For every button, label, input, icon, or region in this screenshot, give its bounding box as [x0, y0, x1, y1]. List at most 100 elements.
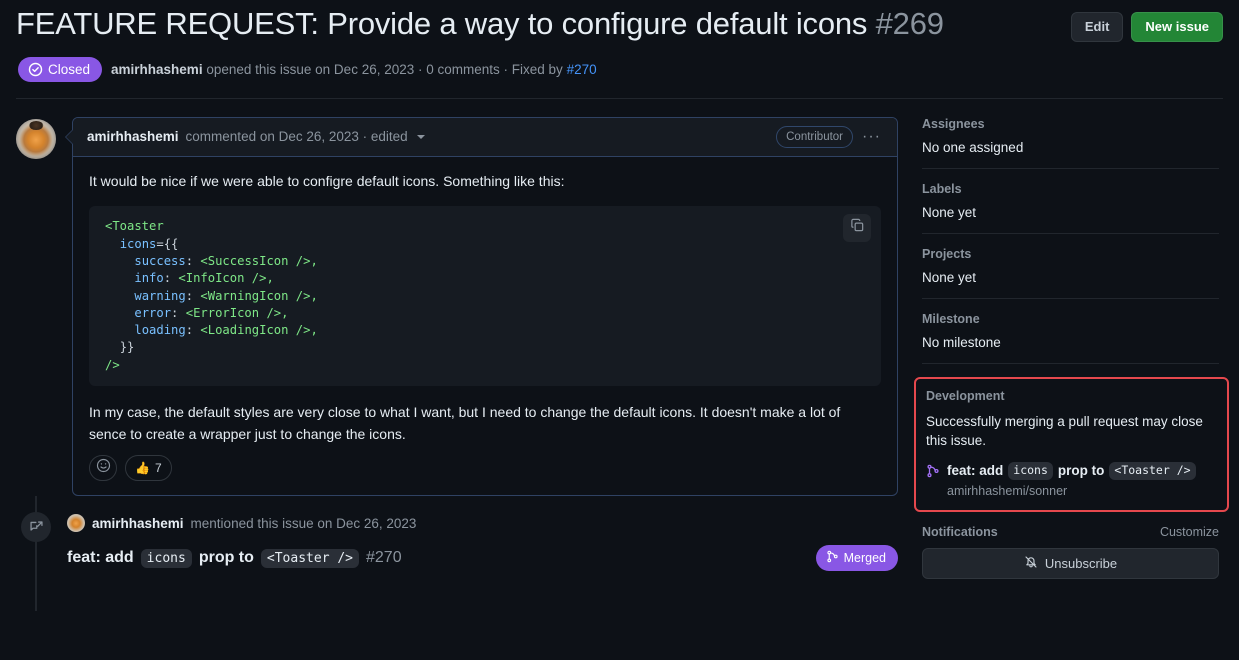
code-line-3-prop: success: [134, 254, 185, 268]
code-line-2-punc: ={{: [156, 237, 178, 251]
new-issue-button[interactable]: New issue: [1131, 12, 1223, 42]
sidebar-section-milestone: Milestone No milestone: [922, 312, 1219, 364]
dev-pr-code-toaster: <Toaster />: [1109, 462, 1195, 480]
comment-card: amirhhashemi commented on Dec 26, 2023 ·…: [72, 117, 898, 497]
development-description: Successfully merging a pull request may …: [926, 412, 1217, 451]
sidebar: Assignees No one assigned Labels None ye…: [922, 117, 1219, 579]
assignees-title[interactable]: Assignees: [922, 117, 1219, 131]
mini-avatar[interactable]: [67, 514, 85, 532]
pr-title-part1: feat: add: [67, 549, 134, 567]
git-merge-icon: [826, 550, 839, 566]
code-line-7-val: <LoadingIcon />,: [200, 323, 317, 337]
code-line-7-prop: loading: [134, 323, 185, 337]
comment-paragraph-1: It would be nice if we were able to conf…: [89, 171, 881, 193]
code-block-wrapper: <Toaster icons={{ success: <SuccessIcon …: [89, 206, 881, 386]
code-line-4-prop: info: [134, 271, 163, 285]
pr-title-code-toaster: <Toaster />: [261, 549, 359, 568]
notifications-title: Notifications: [922, 525, 998, 539]
pr-title-code-icons: icons: [141, 549, 192, 568]
sidebar-section-projects: Projects None yet: [922, 247, 1219, 299]
timeline-author[interactable]: amirhhashemi: [92, 516, 184, 531]
issue-opened-text: opened this issue on Dec 26, 2023 · 0 co…: [206, 62, 562, 77]
issue-title-text: FEATURE REQUEST: Provide a way to config…: [16, 6, 867, 41]
code-line-3-val: <SuccessIcon />,: [200, 254, 317, 268]
timeline: amirhhashemi mentioned this issue on Dec…: [16, 512, 898, 571]
cross-reference-icon: [21, 512, 51, 542]
copy-code-button[interactable]: [843, 214, 871, 242]
projects-value: None yet: [922, 270, 1219, 285]
status-badge: Closed: [18, 57, 102, 82]
development-repo: amirhhashemi/sonner: [926, 484, 1217, 498]
code-line-5-prop: warning: [134, 289, 185, 303]
thumbs-up-icon: 👍: [135, 461, 150, 475]
code-line-6-val: <ErrorIcon />,: [186, 306, 289, 320]
customize-link[interactable]: Customize: [1160, 525, 1219, 539]
pr-title-part2: prop to: [199, 549, 254, 567]
code-line-5-val: <WarningIcon />,: [200, 289, 317, 303]
sidebar-section-notifications: Notifications Customize Unsubscribe: [922, 525, 1219, 579]
thumbs-up-reaction[interactable]: 👍 7: [125, 455, 172, 481]
comment-header: amirhhashemi commented on Dec 26, 2023 ·…: [73, 118, 897, 157]
chevron-down-icon[interactable]: [417, 135, 425, 139]
kebab-menu-icon[interactable]: ···: [860, 128, 883, 146]
contributor-badge: Contributor: [776, 126, 853, 148]
page-title: FEATURE REQUEST: Provide a way to config…: [16, 4, 1061, 44]
timeline-pr-row: feat: add icons prop to <Toaster /> #270: [67, 545, 898, 571]
title-row: FEATURE REQUEST: Provide a way to config…: [16, 4, 1223, 44]
smiley-icon: [96, 458, 111, 478]
check-circle-icon: [28, 62, 43, 77]
header-buttons: Edit New issue: [1071, 4, 1223, 42]
fixed-by-link[interactable]: #270: [567, 62, 597, 77]
git-merge-icon: [926, 464, 940, 483]
edit-button[interactable]: Edit: [1071, 12, 1124, 42]
development-title[interactable]: Development: [926, 389, 1217, 403]
comment-block: amirhhashemi commented on Dec 26, 2023 ·…: [16, 117, 898, 497]
milestone-title[interactable]: Milestone: [922, 312, 1219, 326]
assignees-value: No one assigned: [922, 140, 1219, 155]
issue-page: FEATURE REQUEST: Provide a way to config…: [0, 0, 1239, 660]
projects-title[interactable]: Projects: [922, 247, 1219, 261]
comment-meta: commented on Dec 26, 2023 · edited: [186, 129, 408, 144]
issue-number: #269: [876, 6, 944, 41]
comment-author[interactable]: amirhhashemi: [87, 129, 179, 144]
timeline-content: amirhhashemi mentioned this issue on Dec…: [67, 512, 898, 571]
milestone-value: No milestone: [922, 335, 1219, 350]
sidebar-section-development: Development Successfully merging a pull …: [914, 377, 1229, 512]
timeline-action: mentioned this issue on Dec 26, 2023: [191, 516, 417, 531]
add-reaction-button[interactable]: [89, 455, 117, 481]
labels-value: None yet: [922, 205, 1219, 220]
issue-body: amirhhashemi commented on Dec 26, 2023 ·…: [0, 99, 1239, 579]
pr-number: #270: [366, 549, 402, 567]
main-column: amirhhashemi commented on Dec 26, 2023 ·…: [16, 117, 898, 579]
avatar[interactable]: [16, 119, 56, 159]
thumbs-up-count: 7: [155, 461, 162, 475]
development-pr-title: feat: add icons prop to <Toaster />: [947, 462, 1196, 480]
unsubscribe-label: Unsubscribe: [1045, 556, 1117, 571]
bell-slash-icon: [1024, 555, 1038, 572]
timeline-item-mentioned: amirhhashemi mentioned this issue on Dec…: [16, 512, 898, 571]
code-line-6-prop: error: [134, 306, 171, 320]
merged-badge: Merged: [816, 545, 898, 571]
pr-title[interactable]: feat: add icons prop to <Toaster /> #270: [67, 549, 402, 568]
issue-meta-row: Closed amirhhashemi opened this issue on…: [16, 44, 1223, 82]
notifications-header: Notifications Customize: [922, 525, 1219, 539]
code-line-1: <Toaster: [105, 219, 164, 233]
issue-meta-text: amirhhashemi opened this issue on Dec 26…: [111, 62, 597, 77]
development-pr[interactable]: feat: add icons prop to <Toaster />: [926, 462, 1217, 483]
code-line-8: }}: [120, 340, 135, 354]
status-label: Closed: [48, 62, 90, 77]
labels-title[interactable]: Labels: [922, 182, 1219, 196]
code-line-4-val: <InfoIcon />,: [178, 271, 273, 285]
sidebar-section-labels: Labels None yet: [922, 182, 1219, 234]
issue-header: FEATURE REQUEST: Provide a way to config…: [0, 0, 1239, 82]
comment-paragraph-2: In my case, the default styles are very …: [89, 402, 881, 445]
timeline-line: amirhhashemi mentioned this issue on Dec…: [67, 514, 898, 532]
code-line-9: />: [105, 358, 120, 372]
sidebar-section-assignees: Assignees No one assigned: [922, 117, 1219, 169]
code-line-2-prop: icons: [120, 237, 157, 251]
dev-pr-part1: feat: add: [947, 462, 1003, 480]
issue-author[interactable]: amirhhashemi: [111, 62, 203, 77]
dev-pr-part2: prop to: [1058, 462, 1105, 480]
dev-pr-code-icons: icons: [1008, 462, 1053, 480]
unsubscribe-button[interactable]: Unsubscribe: [922, 548, 1219, 579]
